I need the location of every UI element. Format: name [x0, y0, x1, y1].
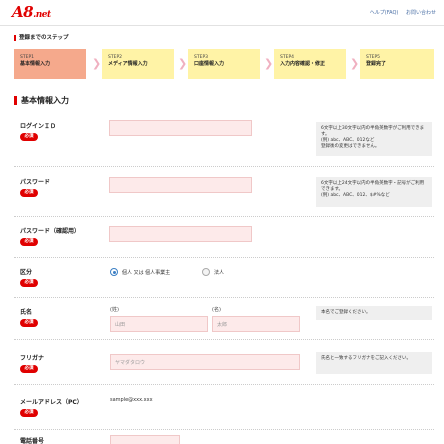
password-label: パスワード	[20, 179, 51, 186]
first-name-label: (名)	[212, 307, 221, 313]
login-id-row: ログインＩＤ 必須 6文字以上30文字以内の半角英数字がご利用できます。 (例)…	[14, 112, 434, 167]
name-label: 氏名	[20, 309, 33, 316]
logo-sub-text: .net	[33, 10, 51, 20]
email-label: メールアドレス（PC）	[20, 399, 83, 406]
logo-main-text: A8	[12, 3, 34, 21]
site-header: A8.net ヘルプ(FAQ) お問い合わせ	[0, 0, 444, 26]
step-label: 入力内容確認・修正	[280, 61, 326, 67]
furigana-label: フリガナ	[20, 355, 45, 362]
corporation-radio[interactable]	[202, 268, 210, 276]
name-hint: 本名でご登録ください。	[316, 306, 432, 320]
phone-input[interactable]	[110, 435, 180, 444]
furigana-row: フリガナ 必須 ヤマダタロウ 氏名と一致するフリガナをご記入ください。	[14, 340, 434, 385]
login-id-input[interactable]	[109, 120, 252, 136]
help-link[interactable]: ヘルプ(FAQ)	[370, 10, 399, 16]
chevron-right-icon: ❯	[264, 57, 274, 70]
chevron-right-icon: ❯	[178, 57, 188, 70]
email-value: sample@xxx.xxx	[110, 397, 153, 403]
required-badge: 必須	[20, 189, 38, 197]
a8net-logo[interactable]: A8.net	[12, 3, 51, 21]
furigana-hint: 氏名と一致するフリガナをご記入ください。	[316, 352, 432, 374]
required-badge: 必須	[20, 409, 38, 417]
password-input[interactable]	[109, 177, 252, 193]
chevron-right-icon: ❯	[92, 57, 102, 70]
step-4: STEP4 入力内容確認・修正	[274, 49, 346, 79]
category-label: 区分	[20, 269, 33, 276]
step-label: メディア情報入力	[108, 61, 148, 67]
furigana-input[interactable]: ヤマダタロウ	[110, 354, 300, 370]
required-badge: 必須	[20, 279, 38, 287]
corporation-radio-label[interactable]: 法人	[214, 269, 224, 276]
required-badge: 必須	[20, 238, 38, 246]
registration-steps: STEP1 基本情報入力 ❯ STEP2 メディア情報入力 ❯ STEP3 口座…	[14, 49, 434, 79]
last-name-input[interactable]: 山田	[110, 316, 208, 332]
section-title: 基本情報入力	[14, 96, 69, 105]
individual-radio[interactable]	[110, 268, 118, 276]
step-5: STEP5 登録完了	[360, 49, 434, 79]
step-label: 口座情報入力	[194, 61, 225, 67]
password-confirm-row: パスワード（確認用） 必須	[14, 217, 434, 258]
required-badge: 必須	[20, 319, 38, 327]
name-row: 氏名 必須 (姓) (名) 山田 太郎 本名でご登録ください。	[14, 298, 434, 340]
step-1: STEP1 基本情報入力	[14, 49, 86, 79]
required-badge: 必須	[20, 133, 38, 141]
password-hint: 6文字以上24文字以内の半角英数字・記号がご利用できます。 (例) abc、AB…	[316, 177, 432, 207]
individual-radio-label[interactable]: 個人 又は 個人事業主	[122, 269, 170, 276]
chevron-right-icon: ❯	[350, 57, 360, 70]
login-id-hint: 6文字以上30文字以内の半角英数字がご利用できます。 (例) abc、ABC、0…	[316, 122, 432, 156]
login-id-label: ログインＩＤ	[20, 123, 57, 130]
step-2: STEP2 メディア情報入力	[102, 49, 174, 79]
password-confirm-input[interactable]	[109, 226, 252, 242]
steps-title: 登録までのステップ	[14, 35, 69, 41]
contact-link[interactable]: お問い合わせ	[406, 10, 436, 16]
first-name-input[interactable]: 太郎	[212, 316, 300, 332]
last-name-label: (姓)	[110, 307, 119, 313]
step-3: STEP3 口座情報入力	[188, 49, 260, 79]
phone-label: 電話番号	[20, 438, 45, 444]
phone-row: 電話番号	[14, 430, 434, 444]
password-row: パスワード 必須 6文字以上24文字以内の半角英数字・記号がご利用できます。 (…	[14, 167, 434, 217]
required-badge: 必須	[20, 365, 38, 373]
email-row: メールアドレス（PC） 必須 sample@xxx.xxx	[14, 385, 434, 430]
category-row: 区分 必須 個人 又は 個人事業主 法人	[14, 258, 434, 298]
step-label: 登録完了	[366, 61, 387, 67]
password-confirm-label: パスワード（確認用）	[20, 228, 81, 235]
header-links: ヘルプ(FAQ) お問い合わせ	[364, 9, 436, 16]
step-label: 基本情報入力	[20, 61, 51, 67]
